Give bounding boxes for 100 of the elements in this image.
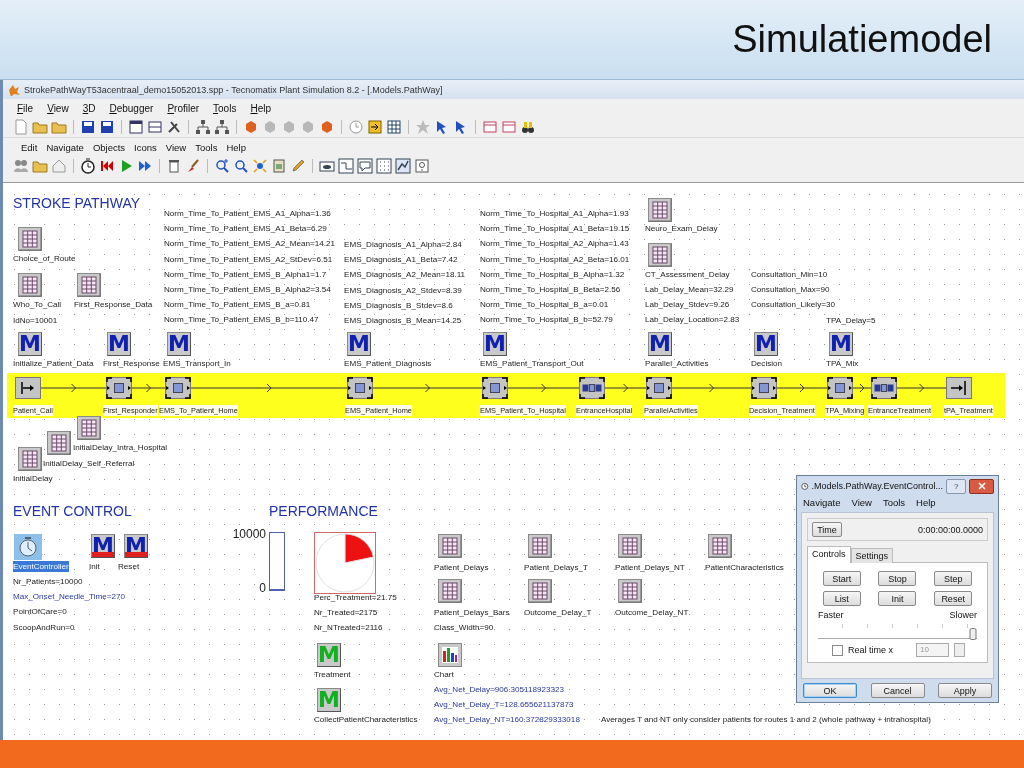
station-icon[interactable]: [646, 377, 672, 399]
pencil-icon[interactable]: [290, 158, 306, 174]
binoculars-icon[interactable]: [520, 119, 536, 135]
parallel-station-icon[interactable]: [579, 377, 605, 399]
brush-icon[interactable]: [185, 158, 201, 174]
table-icon[interactable]: [482, 119, 498, 135]
comment-icon[interactable]: [357, 158, 373, 174]
menu-item[interactable]: Objects: [92, 141, 126, 153]
dialog-button[interactable]: Apply: [938, 683, 992, 698]
table-icon[interactable]: [438, 579, 462, 603]
method-icon[interactable]: M: [18, 332, 42, 356]
object-label[interactable]: Neuro_Exam_Delay: [645, 223, 718, 234]
folder-icon[interactable]: [32, 158, 48, 174]
object-label[interactable]: CollectPatientCharacteristics: [314, 714, 418, 725]
tab[interactable]: Controls: [807, 546, 851, 563]
zoom-out-icon[interactable]: [233, 158, 249, 174]
object-label[interactable]: First_Response: [103, 358, 160, 369]
object-label[interactable]: EMS_Transport_In: [163, 358, 231, 369]
rewind-icon[interactable]: [99, 158, 115, 174]
table-icon[interactable]: [528, 534, 552, 558]
object-label[interactable]: Init: [89, 561, 100, 572]
menu-item[interactable]: Navigate: [46, 141, 84, 153]
folder-icon[interactable]: [51, 119, 67, 135]
dialog-button[interactable]: Cancel: [870, 683, 925, 698]
table-icon[interactable]: [47, 431, 71, 455]
menu-item[interactable]: File: [17, 102, 34, 114]
object-label[interactable]: First_Response_Data: [74, 299, 153, 310]
method-icon[interactable]: M: [648, 332, 672, 356]
object-label[interactable]: Chart: [434, 669, 454, 680]
object-label[interactable]: Reset: [118, 561, 140, 572]
table-icon[interactable]: [438, 534, 462, 558]
object-label[interactable]: Outcome_Delay_NT: [615, 607, 689, 618]
control-button[interactable]: Init: [878, 591, 917, 606]
link-icon[interactable]: [319, 158, 335, 174]
object-label[interactable]: Patient_Delays_Bars: [434, 607, 510, 618]
drain-icon[interactable]: [946, 377, 972, 399]
help-button[interactable]: ?: [946, 478, 967, 494]
menu-item[interactable]: Navigate: [803, 497, 841, 508]
menu-item[interactable]: 3D: [82, 102, 96, 114]
cube-icon[interactable]: [243, 119, 259, 135]
menu-item[interactable]: Tools: [213, 102, 237, 114]
table-icon[interactable]: [648, 198, 672, 222]
station-icon[interactable]: [165, 377, 191, 399]
table-icon[interactable]: [77, 416, 101, 440]
table-icon[interactable]: [528, 579, 552, 603]
method-icon[interactable]: M: [347, 332, 371, 356]
station-icon[interactable]: [106, 377, 132, 399]
table-icon[interactable]: [18, 227, 42, 251]
table-icon[interactable]: [618, 579, 642, 603]
star-icon[interactable]: [415, 119, 431, 135]
menu-item[interactable]: Tools: [882, 497, 906, 508]
import-icon[interactable]: [367, 119, 383, 135]
source-icon[interactable]: [15, 377, 41, 399]
window-icon[interactable]: [147, 119, 163, 135]
control-button[interactable]: Start: [822, 571, 861, 586]
object-label[interactable]: EventController: [13, 561, 69, 572]
table-icon[interactable]: [18, 273, 42, 297]
menu-item[interactable]: View: [851, 497, 872, 508]
menu-item[interactable]: Icons: [134, 141, 157, 153]
control-button[interactable]: Reset: [934, 591, 973, 606]
hierarchy-icon[interactable]: [195, 119, 211, 135]
station-icon[interactable]: [482, 377, 508, 399]
zoom-fit-icon[interactable]: [252, 158, 268, 174]
connector-icon[interactable]: [338, 158, 354, 174]
trash-icon[interactable]: [166, 158, 182, 174]
stopwatch-icon[interactable]: [80, 158, 96, 174]
tools-icon[interactable]: [166, 119, 182, 135]
grid-icon[interactable]: [386, 119, 402, 135]
object-label[interactable]: InitialDelay_Self_Referral: [43, 458, 135, 469]
close-button[interactable]: [969, 478, 994, 494]
table-icon[interactable]: [18, 447, 42, 471]
object-label[interactable]: InitialDelay_Intra_Hospital: [73, 442, 168, 453]
menu-item[interactable]: Tools: [195, 141, 218, 153]
people-icon[interactable]: [13, 158, 29, 174]
help-icon[interactable]: [414, 158, 430, 174]
save-icon[interactable]: [80, 119, 96, 135]
control-button[interactable]: Step: [934, 571, 973, 586]
fast-forward-icon[interactable]: [137, 158, 153, 174]
object-label[interactable]: Who_To_Call: [13, 299, 62, 310]
zoom-in-icon[interactable]: [214, 158, 230, 174]
object-label[interactable]: Parallel_Activities: [645, 358, 709, 369]
object-label[interactable]: Choice_of_Route: [13, 253, 76, 264]
method-icon[interactable]: M: [91, 534, 115, 558]
menu-item[interactable]: Help: [916, 497, 936, 508]
table-icon[interactable]: [708, 534, 732, 558]
cube-icon[interactable]: [319, 119, 335, 135]
control-button[interactable]: List: [822, 591, 861, 606]
menu-item[interactable]: Edit: [21, 141, 38, 153]
table-icon[interactable]: [648, 243, 672, 267]
menu-item[interactable]: View: [165, 141, 187, 153]
object-label[interactable]: Patient_Delays_NT: [615, 562, 685, 573]
table-icon[interactable]: [618, 534, 642, 558]
parallel-station-icon[interactable]: [871, 377, 897, 399]
clock-icon[interactable]: [14, 534, 42, 560]
station-icon[interactable]: [751, 377, 777, 399]
menu-item[interactable]: Help: [226, 141, 246, 153]
object-label[interactable]: TPA_Mix: [826, 358, 859, 369]
clipboard-icon[interactable]: [271, 158, 287, 174]
method-icon[interactable]: M: [124, 534, 148, 558]
object-label[interactable]: Patient_Delays: [434, 562, 489, 573]
